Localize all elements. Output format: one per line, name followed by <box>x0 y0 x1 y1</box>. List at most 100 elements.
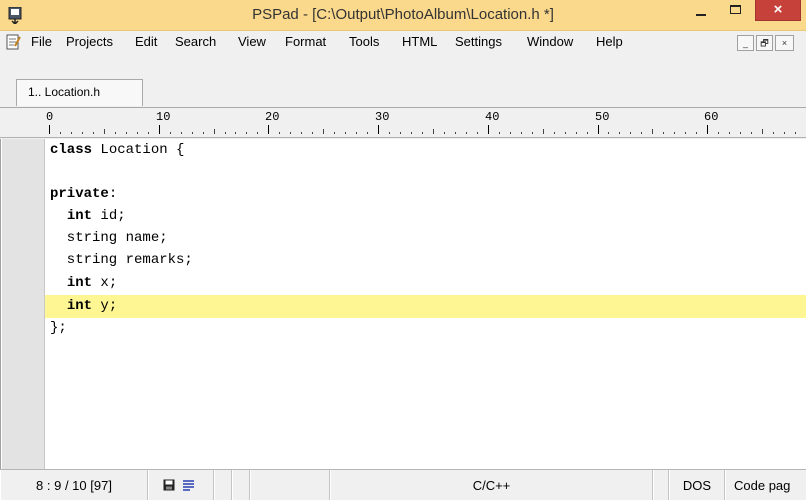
ruler-label: 20 <box>265 110 280 124</box>
mdi-close-button[interactable]: × <box>775 35 794 51</box>
menu-settings[interactable]: Settings <box>455 34 502 49</box>
line-endings: DOS <box>682 478 712 493</box>
menu-search[interactable]: Search <box>175 34 216 49</box>
ruler-tick <box>630 132 631 134</box>
ruler-tick <box>773 132 774 134</box>
ruler-tick <box>137 132 138 134</box>
ruler-tick <box>312 132 313 134</box>
ruler-tick <box>477 132 478 134</box>
word-wrap-icon[interactable] <box>182 479 195 491</box>
ruler-tick <box>532 132 533 134</box>
code-line-8[interactable]: int y; <box>50 295 117 318</box>
ruler-tick <box>181 132 182 134</box>
ruler-tick <box>411 132 412 134</box>
ruler-tick <box>685 132 686 134</box>
ruler-tick <box>652 129 653 134</box>
ruler-tick <box>729 132 730 134</box>
ruler-tick <box>290 132 291 134</box>
ruler-tick <box>455 132 456 134</box>
code-line-3[interactable]: private: <box>50 183 117 206</box>
ruler-tick <box>378 125 379 134</box>
maximize-icon <box>730 5 741 14</box>
ruler-tick <box>356 132 357 134</box>
ruler-tick <box>235 132 236 134</box>
ruler-tick <box>422 132 423 134</box>
ruler-tick <box>488 125 489 134</box>
ruler-tick <box>674 132 675 134</box>
cursor-position-cell[interactable]: 8 : 9 / 10 [97] <box>0 470 148 500</box>
ruler-tick <box>203 132 204 134</box>
ruler-tick <box>641 132 642 134</box>
ruler-label: 0 <box>46 110 54 124</box>
menu-html[interactable]: HTML <box>402 34 437 49</box>
ruler-tick <box>126 132 127 134</box>
status-blank-3 <box>250 470 330 500</box>
code-editor[interactable]: class Location { private: int id; string… <box>0 139 806 469</box>
ruler-tick <box>740 132 741 134</box>
maximize-button[interactable] <box>724 3 748 25</box>
code-page-cell[interactable]: Code pag <box>725 470 806 500</box>
ruler-tick <box>598 125 599 134</box>
ruler-tick <box>159 125 160 134</box>
ruler-tick <box>663 132 664 134</box>
code-line-7[interactable]: int x; <box>50 272 117 295</box>
document-icon[interactable] <box>6 34 21 50</box>
ruler-tick <box>82 132 83 134</box>
menu-edit[interactable]: Edit <box>135 34 157 49</box>
menu-tools[interactable]: Tools <box>349 34 379 49</box>
window-title: PSPad - [C:\Output\PhotoAlbum\Location.h… <box>252 6 554 23</box>
menu-format[interactable]: Format <box>285 34 326 49</box>
ruler-tick <box>148 132 149 134</box>
code-line-5[interactable]: string name; <box>50 227 168 250</box>
ruler-tick <box>104 129 105 134</box>
ruler-tick <box>71 132 72 134</box>
ruler-tick <box>795 132 796 134</box>
ruler-label: 60 <box>704 110 719 124</box>
ruler-tick <box>576 132 577 134</box>
ruler-tick <box>718 132 719 134</box>
ruler-tick <box>565 132 566 134</box>
code-line-9[interactable]: }; <box>50 317 67 340</box>
status-bar: 8 : 9 / 10 [97] C/C++ DOS Code pag <box>0 469 806 500</box>
syntax-highlighter: C/C++ <box>472 478 511 493</box>
ruler-tick <box>323 129 324 134</box>
cursor-position: 8 : 9 / 10 [97] <box>36 478 112 493</box>
close-icon: × <box>773 1 783 18</box>
code-line-6[interactable]: string remarks; <box>50 249 193 272</box>
ruler-tick <box>707 125 708 134</box>
minimize-icon <box>696 14 706 16</box>
ruler-tick <box>587 132 588 134</box>
title-bar[interactable]: PSPad - [C:\Output\PhotoAlbum\Location.h… <box>0 0 806 31</box>
syntax-cell[interactable]: C/C++ <box>330 470 653 500</box>
save-icon[interactable] <box>163 479 175 491</box>
menu-view[interactable]: View <box>238 34 266 49</box>
minimize-button[interactable] <box>690 4 714 26</box>
line-gutter[interactable] <box>2 139 44 469</box>
ruler-tick <box>301 132 302 134</box>
ruler-tick <box>389 132 390 134</box>
tab-bar: 1.. Location.h <box>0 53 806 108</box>
mdi-minimize-button[interactable]: _ <box>737 35 754 51</box>
ruler-tick <box>279 132 280 134</box>
menu-window[interactable]: Window <box>527 34 573 49</box>
code-line-4[interactable]: int id; <box>50 205 126 228</box>
menu-projects[interactable]: Projects <box>66 34 113 49</box>
ruler-tick <box>93 132 94 134</box>
mdi-restore-button[interactable]: 🗗 <box>756 35 773 51</box>
ruler-tick <box>400 132 401 134</box>
ruler-label: 30 <box>375 110 390 124</box>
menu-file[interactable]: File <box>31 34 52 49</box>
status-blank-4 <box>653 470 669 500</box>
tab-location-h[interactable]: 1.. Location.h <box>16 79 143 106</box>
menu-help[interactable]: Help <box>596 34 623 49</box>
ruler-tick <box>367 132 368 134</box>
current-line-highlight <box>45 295 806 318</box>
line-endings-cell[interactable]: DOS <box>669 470 725 500</box>
status-blank-2 <box>232 470 250 500</box>
close-button[interactable]: × <box>755 0 801 21</box>
code-line-1[interactable]: class Location { <box>50 139 184 162</box>
ruler-label: 40 <box>485 110 500 124</box>
ruler-tick <box>170 132 171 134</box>
ruler-tick <box>257 132 258 134</box>
ruler-tick <box>521 132 522 134</box>
